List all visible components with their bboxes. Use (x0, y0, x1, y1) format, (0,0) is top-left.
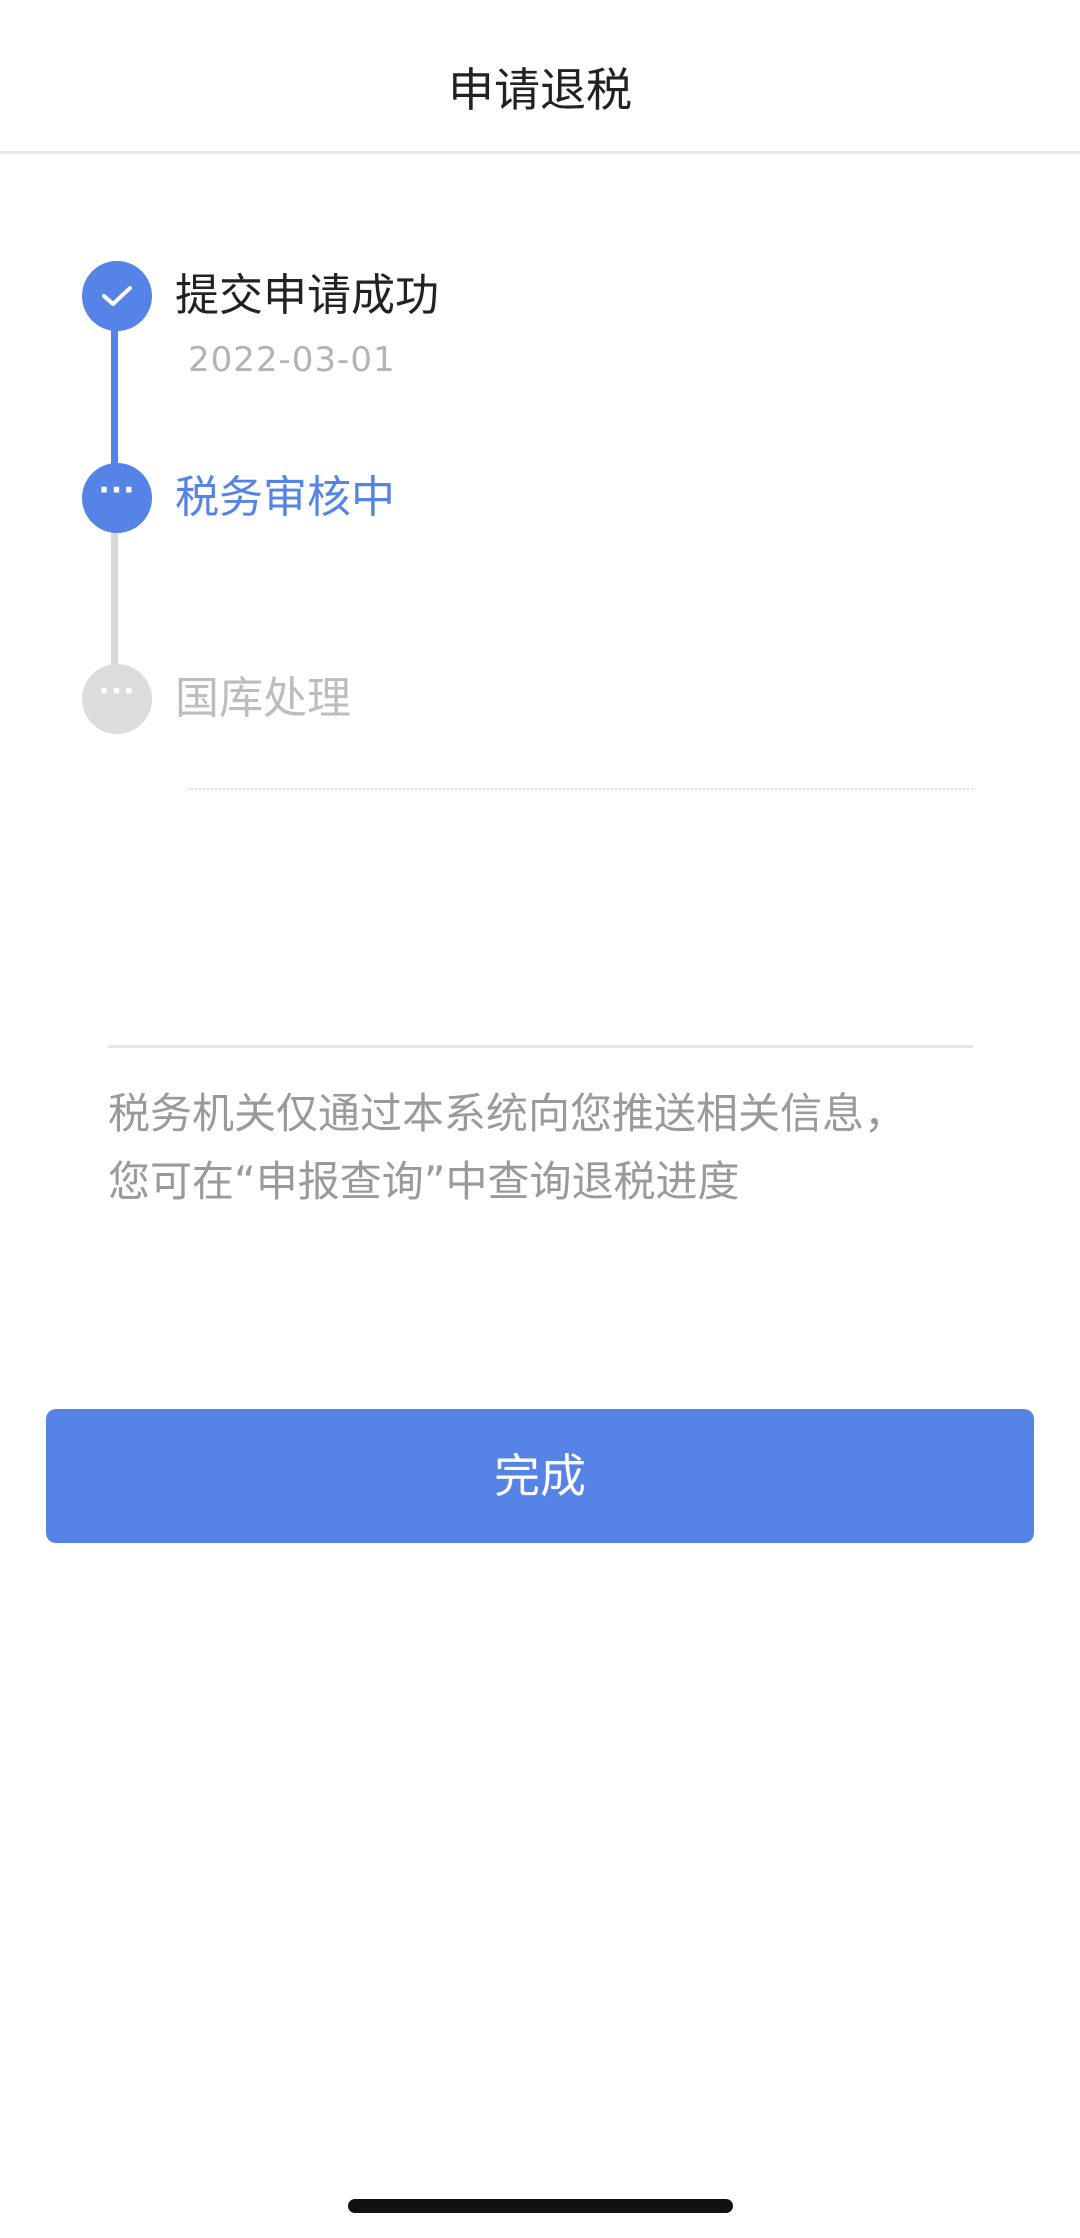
section-divider (108, 1045, 973, 1048)
step-label-reviewing: 税务审核中 (175, 472, 395, 523)
more-dots-icon: ··· (82, 463, 152, 533)
notice-line: 税务机关仅通过本系统向您推送相关信息， (108, 1089, 907, 1138)
step-label-treasury: 国库处理 (175, 673, 351, 724)
step-date-submitted: 2022-03-01 (188, 340, 396, 380)
more-dots-icon: ··· (82, 664, 152, 734)
notice-line: 您可在“申报查询”中查询退税进度 (108, 1157, 740, 1206)
done-button[interactable]: 完成 (46, 1409, 1034, 1543)
progress-timeline: 提交申请成功 2022-03-01 ··· 税务审核中 ··· 国库处理 (0, 0, 1080, 800)
step-label-submitted: 提交申请成功 (175, 270, 439, 321)
dotted-divider (188, 788, 973, 790)
notice-text: 税务机关仅通过本系统向您推送相关信息， 您可在“申报查询”中查询退税进度 (108, 1080, 988, 1216)
check-icon (82, 261, 152, 331)
home-indicator[interactable] (348, 2199, 733, 2213)
